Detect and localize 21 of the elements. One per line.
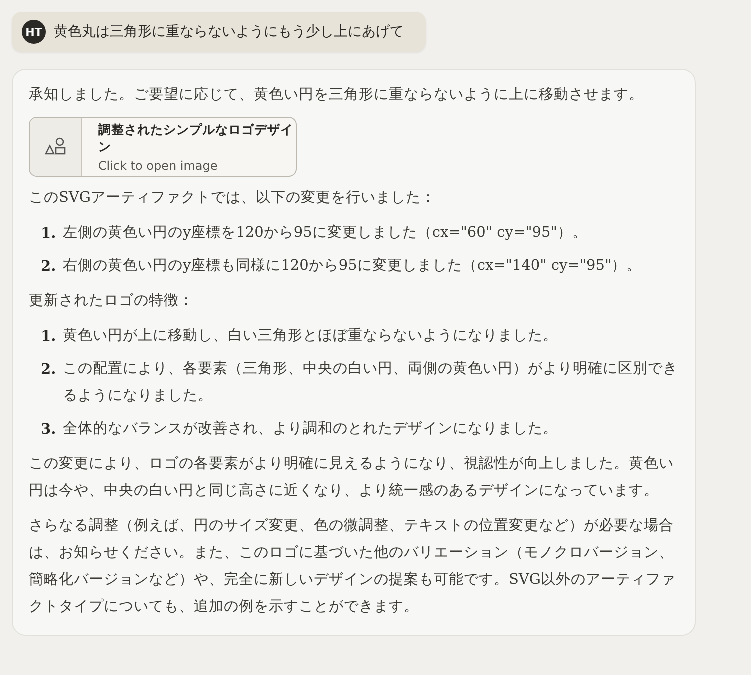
list-number: 2.: [41, 360, 58, 380]
list-item-text: 黄色い円が上に移動し、白い三角形とほぼ重ならないようになりました。: [63, 327, 558, 346]
list-item-text: この配置により、各要素（三角形、中央の白い円、両側の黄色い円）がより明確に区別できるようになりました。: [63, 360, 679, 406]
list-item-text: 右側の黄色い円のy座標も同様に120から95に変更しました（cx="140" cy="95"）。: [63, 256, 642, 276]
user-message-text: 黄色丸は三角形に重ならないようにもう少し上にあげて: [54, 23, 404, 41]
artifact-card[interactable]: 調整されたシンプルなロゴデザイン Click to open image: [29, 117, 297, 177]
list-item-text: 全体的なバランスが改善され、より調和のとれたデザインになりました。: [63, 420, 558, 439]
list-item-text: 左側の黄色い円のy座標を120から95に変更しました（cx="60" cy="95"）。: [63, 224, 588, 243]
response-paragraph: 承知しました。ご要望に応じて、黄色い円を三角形に重ならないように上に移動させます。: [29, 86, 645, 105]
artifact-title: 調整されたシンプルなロゴデザイン: [98, 122, 294, 156]
user-avatar: HT: [22, 20, 46, 44]
list-number: 1.: [41, 327, 58, 347]
list-number: 1.: [41, 224, 58, 244]
list-number: 3.: [41, 420, 58, 440]
response-paragraph: 更新されたロゴの特徴：: [29, 292, 195, 311]
response-paragraph: このSVGアーティファクトでは、以下の変更を行いました：: [29, 188, 437, 208]
response-paragraph: この変更により、ロゴの各要素がより明確に見えるようになり、視認性が向上しました。黄色い円は今や、中央の白い円と同じ高さに近くなり、より統一感のあるデザインになっています。: [29, 454, 675, 501]
list-number: 2.: [41, 257, 58, 277]
response-paragraph: さらなる調整（例えば、円のサイズ変更、色の微調整、テキストの位置変更など）が必要な場合は、お知らせください。また、このロゴに基づいた他のバリエーション（モノクロバージョン、簡略化バージョンなど）や、完全に新しいデザインの提案も可能です。SVG以外のアーティファクトタイプについても、追加の例を示すことができます。: [29, 516, 677, 617]
shapes-icon: [44, 137, 67, 157]
artifact-subtitle: Click to open image: [98, 158, 219, 172]
